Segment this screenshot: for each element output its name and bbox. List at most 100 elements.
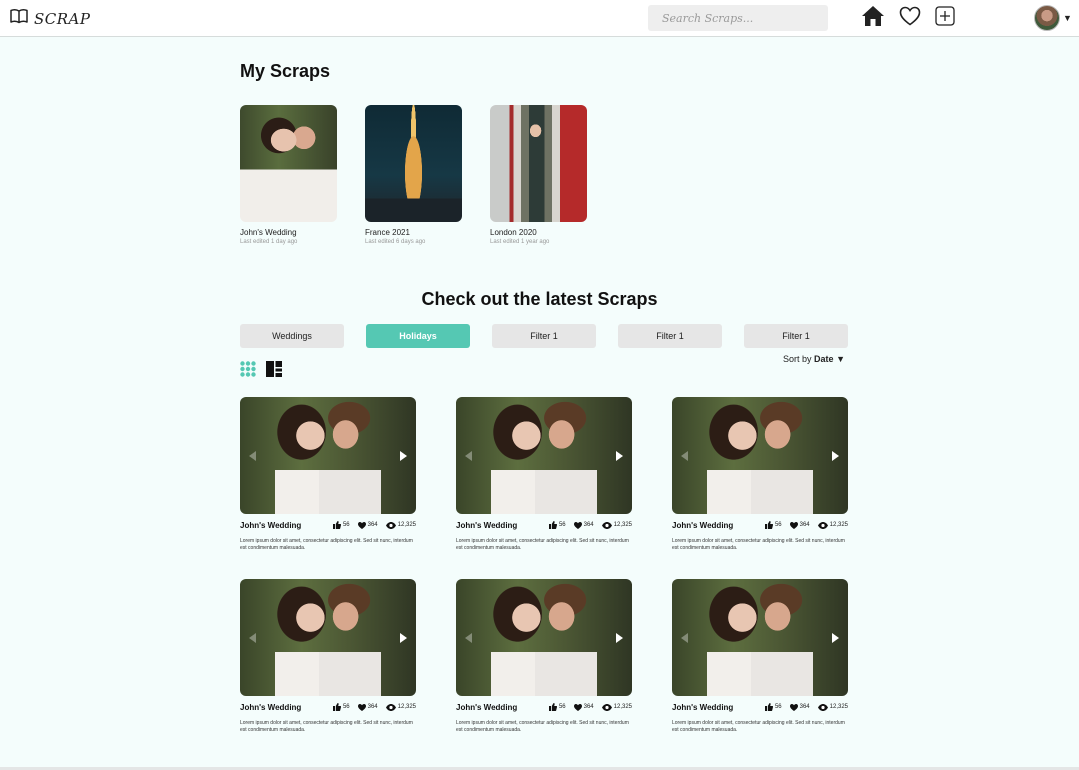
filter-2[interactable]: Filter 1: [618, 324, 722, 348]
hearts-count: 364: [367, 522, 378, 528]
home-icon: [861, 5, 885, 32]
like-icon: [332, 703, 341, 711]
eye-icon: [385, 703, 396, 711]
my-scrap-item[interactable]: London 2020 Last edited 1 year ago: [490, 105, 587, 245]
card-description: Lorem ipsum dolor sit amet, consectetur …: [456, 538, 629, 551]
card-title: John's Wedding: [240, 520, 302, 530]
heart-icon: [789, 703, 798, 711]
likes-count: 56: [774, 522, 782, 528]
views-stat: 12,325: [385, 521, 416, 529]
eye-icon: [817, 521, 828, 529]
likes-stat[interactable]: 56: [332, 521, 350, 529]
like-icon: [548, 703, 557, 711]
scrap-card[interactable]: John's Wedding 56 364 12,325 Lorem ipsum…: [672, 579, 848, 734]
heart-icon: [573, 703, 582, 711]
next-arrow-icon[interactable]: [828, 631, 842, 645]
likes-count: 56: [558, 522, 566, 528]
grid-view-icon[interactable]: [240, 361, 256, 377]
latest-scraps-heading: Check out the latest Scraps: [421, 289, 658, 309]
account-menu[interactable]: ▼: [1034, 5, 1072, 31]
scrap-card[interactable]: John's Wedding 56 364 12,325 Lorem ipsum…: [240, 579, 416, 734]
scrap-card[interactable]: John's Wedding 56 364 12,325 Lorem ipsum…: [672, 397, 848, 552]
sort-label: Sort by: [783, 354, 812, 364]
hearts-stat[interactable]: 364: [357, 521, 378, 529]
heart-icon: [899, 6, 921, 31]
card-description: Lorem ipsum dolor sit amet, consectetur …: [672, 538, 845, 551]
logo-text: SCRAP: [34, 9, 91, 28]
scrap-card[interactable]: John's Wedding 56 364 12,325 Lorem ipsum…: [456, 397, 632, 552]
sort-dropdown[interactable]: Sort by Date ▼: [783, 354, 845, 364]
views-count: 12,325: [829, 522, 848, 528]
hearts-stat[interactable]: 364: [573, 703, 594, 711]
views-stat: 12,325: [385, 703, 416, 711]
my-scrap-item[interactable]: France 2021 Last edited 6 days ago: [365, 105, 462, 245]
sort-caret-icon: ▼: [836, 354, 845, 364]
logo[interactable]: SCRAP: [10, 8, 90, 29]
likes-count: 56: [342, 704, 350, 710]
card-title: John's Wedding: [672, 520, 734, 530]
filter-1[interactable]: Filter 1: [492, 324, 596, 348]
scrap-card-image[interactable]: [672, 579, 848, 696]
like-icon: [332, 521, 341, 529]
card-title: John's Wedding: [456, 702, 518, 712]
filter-holidays[interactable]: Holidays: [366, 324, 470, 348]
masonry-view-icon[interactable]: [266, 361, 282, 377]
scrap-thumbnail: [490, 105, 587, 222]
scrap-last-edited: Last edited 1 day ago: [240, 239, 298, 245]
eye-icon: [601, 521, 612, 529]
scrap-card[interactable]: John's Wedding 56 364 12,325 Lorem ipsum…: [456, 579, 632, 734]
scrap-card-image[interactable]: [240, 397, 416, 514]
filter-weddings[interactable]: Weddings: [240, 324, 344, 348]
scrap-card-image[interactable]: [240, 579, 416, 696]
views-count: 12,325: [829, 704, 848, 710]
views-count: 12,325: [397, 522, 416, 528]
next-arrow-icon[interactable]: [396, 631, 410, 645]
filter-3[interactable]: Filter 1: [744, 324, 848, 348]
previous-arrow-icon[interactable]: [678, 449, 692, 463]
scrap-card-image[interactable]: [672, 397, 848, 514]
heart-icon: [573, 521, 582, 529]
views-stat: 12,325: [817, 521, 848, 529]
likes-stat[interactable]: 56: [764, 521, 782, 529]
previous-arrow-icon[interactable]: [678, 631, 692, 645]
my-scrap-item[interactable]: John's Wedding Last edited 1 day ago: [240, 105, 337, 245]
hearts-stat[interactable]: 364: [573, 521, 594, 529]
hearts-stat[interactable]: 364: [789, 521, 810, 529]
views-count: 12,325: [613, 522, 632, 528]
likes-count: 56: [558, 704, 566, 710]
previous-arrow-icon[interactable]: [462, 631, 476, 645]
next-arrow-icon[interactable]: [396, 449, 410, 463]
likes-stat[interactable]: 56: [764, 703, 782, 711]
hearts-count: 364: [799, 704, 810, 710]
scrap-card[interactable]: John's Wedding 56 364 12,325 Lorem ipsum…: [240, 397, 416, 552]
views-count: 12,325: [397, 704, 416, 710]
likes-count: 56: [774, 704, 782, 710]
previous-arrow-icon[interactable]: [246, 449, 260, 463]
likes-stat[interactable]: 56: [332, 703, 350, 711]
card-title: John's Wedding: [672, 702, 734, 712]
likes-stat[interactable]: 56: [548, 703, 566, 711]
next-arrow-icon[interactable]: [612, 631, 626, 645]
heart-icon: [357, 521, 366, 529]
previous-arrow-icon[interactable]: [462, 449, 476, 463]
scrap-card-image[interactable]: [456, 579, 632, 696]
next-arrow-icon[interactable]: [828, 449, 842, 463]
hearts-stat[interactable]: 364: [357, 703, 378, 711]
previous-arrow-icon[interactable]: [246, 631, 260, 645]
like-icon: [548, 521, 557, 529]
eye-icon: [817, 703, 828, 711]
home-button[interactable]: [860, 5, 886, 32]
avatar: [1034, 5, 1060, 31]
heart-icon: [357, 703, 366, 711]
hearts-count: 364: [367, 704, 378, 710]
search-input[interactable]: [648, 5, 828, 31]
add-scrap-button[interactable]: [932, 5, 958, 30]
hearts-stat[interactable]: 364: [789, 703, 810, 711]
likes-stat[interactable]: 56: [548, 521, 566, 529]
scrap-card-image[interactable]: [456, 397, 632, 514]
eye-icon: [601, 703, 612, 711]
next-arrow-icon[interactable]: [612, 449, 626, 463]
card-description: Lorem ipsum dolor sit amet, consectetur …: [456, 720, 629, 733]
favorites-button[interactable]: [897, 6, 923, 30]
my-scraps-heading: My Scraps: [240, 61, 331, 81]
